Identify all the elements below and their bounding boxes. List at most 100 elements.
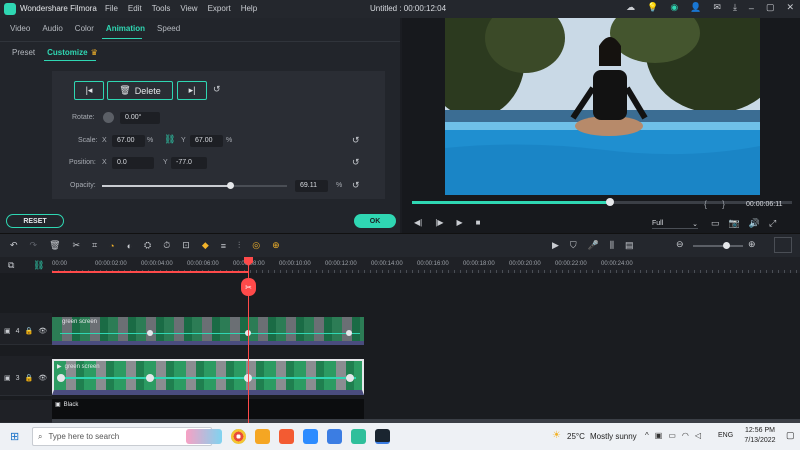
tab-color[interactable]: Color [75, 24, 94, 33]
tab-speed[interactable]: Speed [157, 24, 180, 33]
toggle-panel-icon[interactable] [774, 237, 792, 253]
render-icon[interactable]: ▶ [552, 240, 559, 251]
mixer-icon[interactable]: ⫼ [610, 240, 614, 251]
monitor-icon[interactable]: ▭ [711, 218, 720, 229]
minimize-icon[interactable]: – [749, 3, 754, 13]
file-explorer-icon[interactable] [255, 429, 270, 444]
timer-icon[interactable]: ⏱ [163, 240, 170, 251]
volume-icon[interactable]: 🔊 [749, 218, 760, 229]
subtab-customize[interactable]: Customize ♛ [47, 48, 98, 57]
chat-icon[interactable] [327, 429, 342, 444]
support-icon[interactable]: ◉ [670, 2, 678, 13]
color-icon[interactable]: ◐ [127, 241, 132, 251]
undo-icon[interactable]: ↶ [10, 240, 18, 251]
quality-select[interactable]: Full ⌄ [652, 219, 698, 229]
mail-icon[interactable]: ✉ [713, 2, 721, 13]
search-highlight-icon[interactable] [186, 429, 222, 444]
redo-icon[interactable]: ↷ [30, 240, 38, 251]
zoom-out-icon[interactable]: ⊖ [676, 239, 684, 250]
taskbar-search[interactable]: ⌕ Type here to search [32, 427, 212, 446]
zoom-icon[interactable] [303, 429, 318, 444]
wifi-icon[interactable]: ◠ [682, 431, 689, 440]
account-icon[interactable]: 👤 [690, 2, 701, 13]
delete-icon[interactable]: 🗑 [49, 240, 60, 251]
rotate-dial[interactable] [103, 112, 114, 123]
playhead-knob[interactable] [605, 198, 614, 206]
play-icon[interactable]: ▶ [456, 218, 462, 227]
add-track-icon[interactable]: ⧉ [8, 260, 14, 271]
cloud-icon[interactable]: ☁ [626, 2, 635, 13]
reset-keyframes-icon[interactable]: ↺ [213, 84, 221, 95]
maximize-icon[interactable]: ▢ [766, 2, 775, 13]
opacity-slider-knob[interactable] [226, 182, 234, 189]
crop-icon[interactable]: ⌗ [92, 240, 97, 251]
battery-icon[interactable]: ▭ [668, 431, 676, 440]
tab-animation[interactable]: Animation [106, 24, 145, 33]
lock-icon[interactable]: 🔒 [25, 327, 34, 335]
storyboard-icon[interactable]: ▤ [625, 240, 634, 251]
keyframe-dot[interactable] [346, 374, 354, 382]
keyframe-dot[interactable] [57, 374, 65, 382]
snap-icon[interactable]: ⛓ [33, 260, 44, 271]
opacity-input[interactable]: 69.11 [295, 180, 328, 192]
zoom-slider-knob[interactable] [723, 242, 730, 249]
speed-icon[interactable]: ◔ [109, 241, 114, 251]
marker-icon[interactable]: ⛉ [570, 240, 577, 251]
speaker-icon[interactable]: ◁ [695, 431, 701, 440]
snapshot-icon[interactable]: 📷 [729, 218, 740, 229]
language-indicator[interactable]: ENG [718, 432, 733, 439]
scale-y-input[interactable]: 67.00 [190, 135, 223, 147]
video-clip-track-4[interactable]: green screen [52, 317, 364, 345]
temperature[interactable]: 25°C [567, 432, 585, 441]
keyframe-dot[interactable] [147, 330, 153, 336]
chrome-icon[interactable] [231, 429, 246, 444]
scale-x-input[interactable]: 67.00 [112, 135, 145, 147]
menu-file[interactable]: File [105, 4, 118, 13]
menu-help[interactable]: Help [241, 4, 257, 13]
zoom-slider[interactable] [693, 242, 743, 249]
reset-opacity-icon[interactable]: ↺ [352, 180, 360, 191]
keyframe-icon[interactable]: ◆ [202, 240, 209, 251]
split-scissors-icon[interactable]: ✂ [241, 278, 256, 296]
bulb-icon[interactable]: 💡 [647, 2, 658, 13]
menu-edit[interactable]: Edit [128, 4, 142, 13]
green-screen-icon[interactable]: ⛭ [144, 240, 151, 251]
audio-eq-icon[interactable]: ⫶ [238, 240, 240, 251]
download-icon[interactable]: ⤓ [733, 2, 737, 13]
timeline-ruler[interactable]: ⧉ ⛓ 00:00 00:00:02:00 00:00:04:00 00:00:… [0, 257, 800, 273]
step-forward-icon[interactable]: |▶ [435, 218, 443, 227]
rotate-input[interactable]: 0.00° [120, 112, 160, 124]
tab-audio[interactable]: Audio [42, 24, 62, 33]
store-icon[interactable] [351, 429, 366, 444]
eye-icon[interactable]: 👁 [38, 327, 47, 335]
filmora-taskbar-icon[interactable] [375, 429, 390, 444]
windows-start-icon[interactable]: ⊞ [10, 430, 19, 443]
step-back-icon[interactable]: ◀| [414, 218, 422, 227]
mic-icon[interactable]: 🎤 [588, 240, 599, 251]
fullscreen-icon[interactable]: ⤢ [769, 218, 776, 229]
auto-highlight-icon[interactable]: ◎ [252, 240, 260, 251]
menu-tools[interactable]: Tools [152, 4, 171, 13]
delete-keyframe-button[interactable]: 🗑 Delete [107, 81, 173, 100]
stop-icon[interactable]: ■ [476, 218, 481, 227]
weather-text[interactable]: Mostly sunny [590, 432, 637, 441]
ok-button[interactable]: OK [354, 214, 396, 228]
stabilize-icon[interactable]: ⊡ [182, 240, 190, 251]
video-clip-track-3-selected[interactable]: ▶ green screen [52, 359, 364, 395]
position-x-input[interactable]: 0.0 [112, 157, 154, 169]
reset-button[interactable]: RESET [6, 214, 64, 228]
adjust-icon[interactable]: ≡ [221, 241, 226, 251]
zoom-in-icon[interactable]: ⊕ [748, 239, 756, 250]
notification-icon[interactable]: ▢ [786, 430, 795, 441]
eye-icon[interactable]: 👁 [38, 374, 47, 382]
next-keyframe-button[interactable]: ▸| [177, 81, 207, 100]
mark-out-icon[interactable]: } [722, 199, 725, 209]
keyframe-dot[interactable] [346, 330, 352, 336]
clock-time[interactable]: 12:56 PM [740, 427, 780, 434]
brave-icon[interactable] [279, 429, 294, 444]
tray-app-icon[interactable]: ▣ [655, 431, 663, 440]
cut-icon[interactable]: ✂ [73, 240, 81, 251]
menu-export[interactable]: Export [208, 4, 231, 13]
reset-scale-icon[interactable]: ↺ [352, 135, 360, 146]
reset-position-icon[interactable]: ↺ [352, 157, 360, 168]
